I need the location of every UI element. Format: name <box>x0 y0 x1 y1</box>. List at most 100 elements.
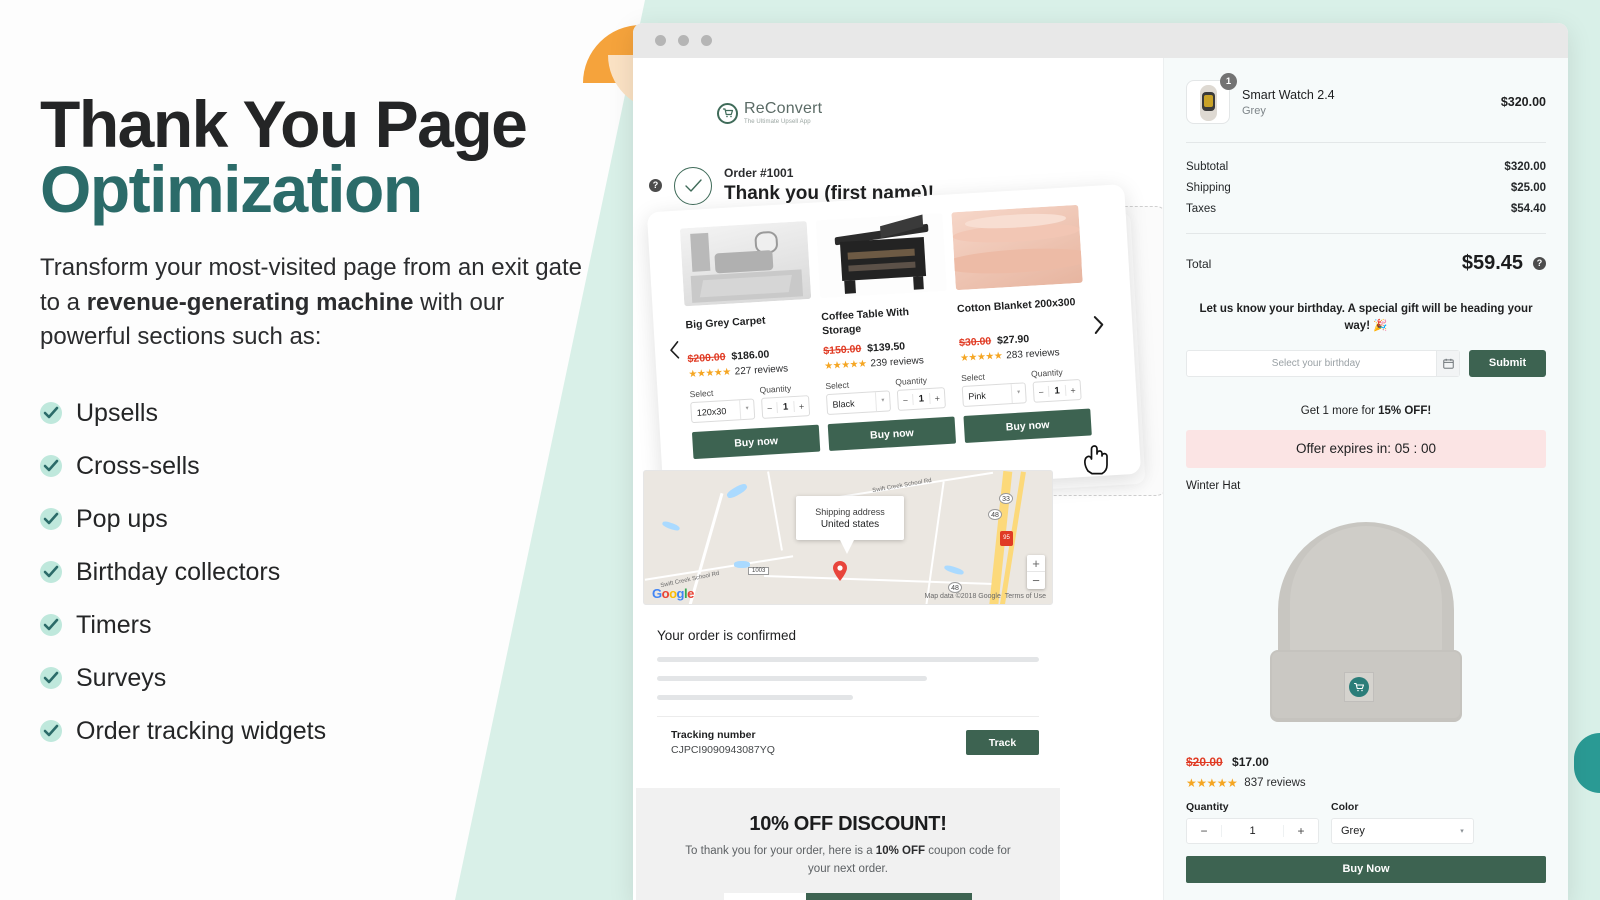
check-icon <box>40 614 62 637</box>
hero-copy: Thank You Page Optimization Transform yo… <box>40 91 640 758</box>
variant-select[interactable]: Pink ▾ <box>961 382 1027 408</box>
buy-now-button[interactable]: Buy now <box>691 424 821 460</box>
check-icon <box>40 720 62 743</box>
window-close-dot[interactable] <box>655 35 666 46</box>
list-item: Order tracking widgets <box>40 705 640 758</box>
track-button[interactable]: Track <box>966 730 1039 755</box>
quantity-value: 1 <box>1221 824 1284 837</box>
google-logo: Google <box>652 586 694 601</box>
product-image-cotton-blanket <box>951 204 1083 291</box>
product-name: Coffee Table With Storage <box>820 306 910 337</box>
list-item-label: Order tracking widgets <box>76 716 327 745</box>
buy-now-button[interactable]: Buy now <box>827 416 957 452</box>
shipping-address-label: Shipping address <box>815 506 885 517</box>
feature-list: Upsells Cross-sells Pop ups Birthday col… <box>40 387 640 758</box>
map-shield-48a: 48 <box>988 509 1002 520</box>
page-title: Thank You Page Optimization <box>40 91 640 222</box>
check-icon <box>40 561 62 584</box>
buy-now-button[interactable]: Buy now <box>963 408 1092 443</box>
quantity-increment[interactable]: + <box>1066 385 1081 396</box>
quantity-label: Quantity <box>895 375 928 387</box>
map-shield-33: 33 <box>999 493 1013 504</box>
upsell-header-before: Get 1 more for <box>1300 404 1379 417</box>
cursor-pointer-icon <box>1081 441 1111 475</box>
list-item-label: Surveys <box>76 663 167 692</box>
quantity-decrement[interactable]: − <box>762 403 777 414</box>
quantity-stepper[interactable]: − 1 + <box>896 387 946 411</box>
quantity-value: 1 <box>1047 384 1067 397</box>
calendar-icon[interactable] <box>1436 350 1459 376</box>
product-card: Cotton Blanket 200x300 $30.00 $27.90 ★★★… <box>951 204 1092 443</box>
quantity-stepper[interactable]: − 1 + <box>1186 817 1319 844</box>
product-new-price: $139.50 <box>866 340 906 355</box>
summary-value: $54.40 <box>1510 203 1546 215</box>
list-item: Cross-sells <box>40 440 640 493</box>
map-pin-icon <box>832 560 848 582</box>
browser-titlebar <box>633 23 1568 58</box>
shipping-map[interactable]: Swift Creek School Rd Swift Creek School… <box>643 470 1053 605</box>
product-thumbnail-smart-watch: 1 <box>1186 73 1237 124</box>
quantity-decrement[interactable]: − <box>898 395 913 406</box>
review-count: 239 reviews <box>870 355 925 370</box>
discount-section: 10% OFF DISCOUNT! To thank you for your … <box>636 788 1060 900</box>
quantity-decrement[interactable]: − <box>1187 824 1221 838</box>
quantity-label: Quantity <box>1186 800 1229 813</box>
browser-mockup: ReConvert The Ultimate Upsell App ? Orde… <box>633 23 1568 900</box>
birthday-input[interactable]: Select your birthday <box>1186 349 1460 377</box>
shop-now-button[interactable]: Shop Now <box>806 892 972 900</box>
line-item-price: $320.00 <box>1500 95 1546 109</box>
tooltip-tail <box>840 540 854 554</box>
subcopy-bold: revenue-generating machine <box>86 288 414 316</box>
cart-logo-icon <box>717 102 738 124</box>
variant-value: 120x30 <box>696 405 727 418</box>
line-item: 1 Smart Watch 2.4 Grey $320.00 <box>1186 73 1546 124</box>
rating-stars-icon: ★★★★★ <box>959 350 1003 365</box>
product-carousel: Big Grey Carpet $200.00 $186.00 ★★★★★ 22… <box>646 184 1142 502</box>
window-minimize-dot[interactable] <box>678 35 689 46</box>
quantity-decrement[interactable]: − <box>1034 386 1049 397</box>
summary-label: Subtotal <box>1186 161 1229 173</box>
quantity-stepper[interactable]: − 1 + <box>761 395 811 419</box>
list-item: Surveys <box>40 652 640 705</box>
birthday-prompt: Let us know your birthday. A special gif… <box>1199 303 1533 333</box>
quantity-badge: 1 <box>1220 73 1237 90</box>
help-icon[interactable]: ? <box>649 179 662 192</box>
product-image-coffee-table <box>815 212 947 299</box>
product-old-price: $200.00 <box>687 351 726 366</box>
help-icon[interactable]: ? <box>1533 257 1546 270</box>
list-item: Upsells <box>40 387 640 440</box>
upsell-buy-now-button[interactable]: Buy Now <box>1186 855 1546 883</box>
map-zoom-in-button[interactable]: + <box>1027 555 1045 572</box>
list-item-label: Pop ups <box>76 504 168 533</box>
summary-row-shipping: Shipping $25.00 <box>1186 182 1546 194</box>
color-select[interactable]: Grey ▾ <box>1331 817 1474 844</box>
quantity-stepper[interactable]: − 1 + <box>1032 379 1082 403</box>
product-name: Big Grey Carpet <box>685 314 766 332</box>
order-confirmed-section: Your order is confirmed Tracking number … <box>643 616 1053 756</box>
map-zoom-out-button[interactable]: − <box>1027 572 1045 589</box>
list-item: Pop ups <box>40 493 640 546</box>
shipping-address-value: United states <box>820 518 880 530</box>
quantity-increment[interactable]: + <box>794 401 809 412</box>
birthday-submit-button[interactable]: Submit <box>1469 349 1546 377</box>
thank-you-page-main: ReConvert The Ultimate Upsell App ? Orde… <box>633 58 1168 900</box>
variant-select[interactable]: Black ▾ <box>825 390 892 416</box>
quantity-increment[interactable]: + <box>1284 824 1318 838</box>
product-new-price: $27.90 <box>996 332 1030 347</box>
coupon-code[interactable]: TAKE10OFF <box>724 892 806 900</box>
list-item-label: Upsells <box>76 398 158 427</box>
map-zoom-controls[interactable]: + − <box>1027 555 1045 589</box>
map-terms-link[interactable]: Terms of Use <box>1005 593 1046 600</box>
logo-tagline: The Ultimate Upsell App <box>744 119 811 125</box>
variant-select[interactable]: 120x30 ▾ <box>690 398 756 424</box>
quantity-increment[interactable]: + <box>930 393 945 404</box>
upsell-old-price: $20.00 <box>1186 754 1223 769</box>
order-number: Order #1001 <box>724 166 794 180</box>
check-icon <box>40 667 62 690</box>
upsell-new-price: $17.00 <box>1232 754 1269 769</box>
window-maximize-dot[interactable] <box>701 35 712 46</box>
product-old-price: $30.00 <box>958 335 992 350</box>
summary-value: $320.00 <box>1504 161 1546 173</box>
quantity-value: 1 <box>776 401 795 414</box>
countdown-timer: Offer expires in: 05 : 00 <box>1186 429 1546 468</box>
